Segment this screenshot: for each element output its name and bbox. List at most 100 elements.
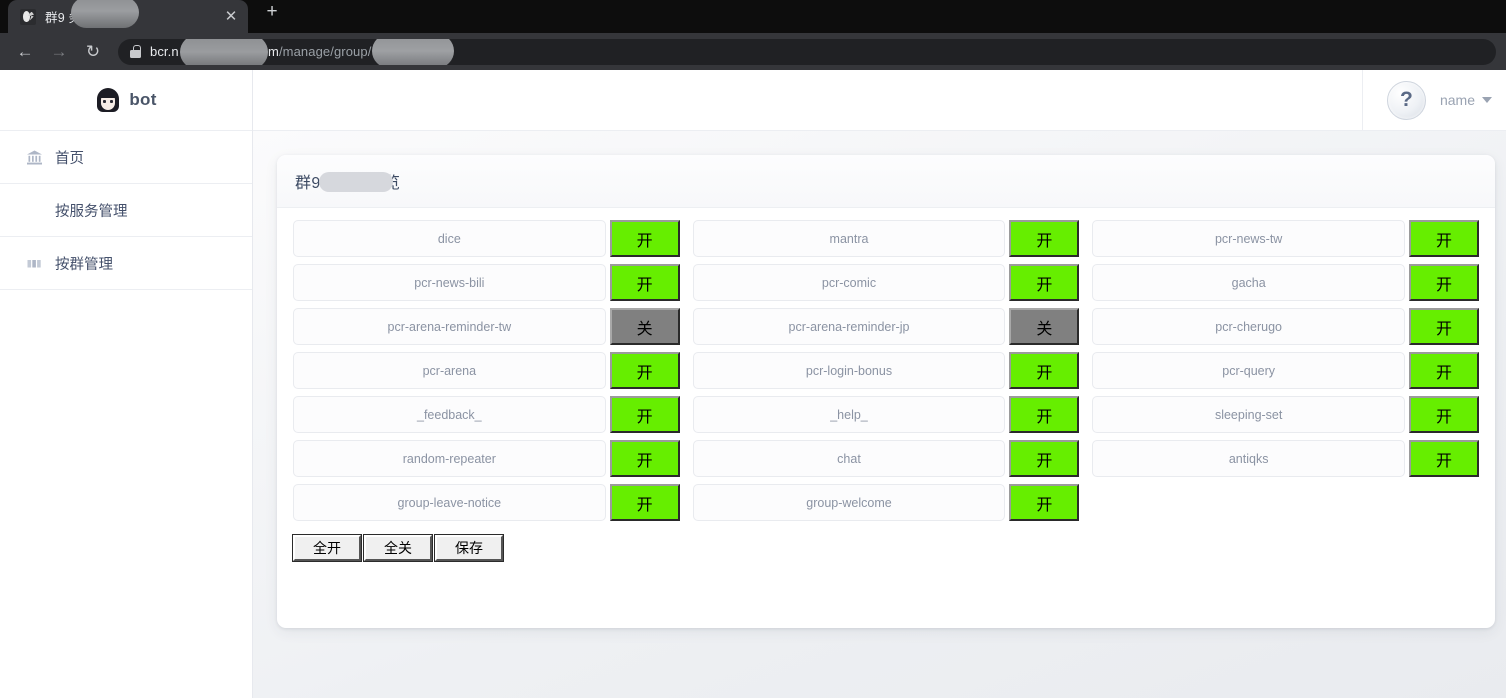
service-toggle-on[interactable]: 开 (1408, 440, 1479, 477)
service-row: random-repeater 开 (293, 440, 680, 477)
services-card: 群9 3服务一览 dice 开 mantra 开 pcr-news-tw 开 pcr-new… (277, 155, 1495, 628)
service-row: pcr-arena 开 (293, 352, 680, 389)
card-header: 群9 3服务一览 (277, 155, 1495, 208)
service-row: pcr-cherugo 开 (1092, 308, 1479, 345)
service-name: mantra (692, 220, 1006, 257)
service-row: chat 开 (692, 440, 1080, 477)
save-button[interactable]: 保存 (434, 534, 504, 562)
service-toggle-on[interactable]: 开 (1408, 220, 1479, 257)
close-icon[interactable]: ✕ (222, 8, 240, 26)
service-row: pcr-arena-reminder-tw 关 (293, 308, 680, 345)
service-name: pcr-arena (293, 352, 606, 389)
service-toggle-on[interactable]: 开 (609, 396, 680, 433)
browser-toolbar: ← → ↻ bcr.n om/manage/group/ (0, 33, 1506, 70)
page-title: 群9 3服务一览 (295, 175, 401, 192)
url-host-start: bcr.n (150, 44, 179, 59)
service-name: group-welcome (692, 484, 1006, 521)
service-row: pcr-news-bili 开 (293, 264, 680, 301)
service-toggle-on[interactable]: 开 (1408, 352, 1479, 389)
bot-avatar-icon (95, 87, 121, 113)
user-name: name (1439, 92, 1475, 108)
service-row: mantra 开 (692, 220, 1080, 257)
sidebar-brand[interactable]: bot (0, 70, 252, 131)
service-row: pcr-news-tw 开 (1092, 220, 1479, 257)
service-row: pcr-comic 开 (692, 264, 1080, 301)
user-menu[interactable]: ? name (1361, 69, 1506, 131)
service-name: _help_ (692, 396, 1006, 433)
sidebar-item-label: 首页 (55, 150, 84, 167)
service-row: dice 开 (293, 220, 680, 257)
service-toggle-on[interactable]: 开 (1408, 396, 1479, 433)
service-toggle-on[interactable]: 开 (1009, 440, 1080, 477)
services-grid: dice 开 mantra 开 pcr-news-tw 开 pcr-news-bili 开 pc… (277, 208, 1495, 521)
service-row: sleeping-set 开 (1092, 396, 1479, 433)
all-on-button[interactable]: 全开 (292, 534, 362, 562)
sidebar-item-by-group[interactable]: 按群管理 (0, 237, 252, 290)
address-bar-url: bcr.n om/manage/group/ (150, 44, 371, 59)
sidebar: bot 首页 按服务管理 按群管理 (0, 70, 253, 698)
service-toggle-off[interactable]: 关 (609, 308, 680, 345)
service-row: group-welcome 开 (692, 484, 1080, 521)
service-toggle-on[interactable]: 开 (1009, 264, 1080, 301)
forward-icon[interactable]: → (44, 37, 74, 67)
content-area: 群9 3服务一览 dice 开 mantra 开 pcr-news-tw 开 pcr-new… (253, 131, 1506, 698)
service-name: gacha (1092, 264, 1405, 301)
service-row: group-leave-notice 开 (293, 484, 680, 521)
service-name: pcr-cherugo (1092, 308, 1405, 345)
service-row: pcr-query 开 (1092, 352, 1479, 389)
service-name: pcr-login-bonus (692, 352, 1006, 389)
service-toggle-on[interactable]: 开 (609, 440, 680, 477)
service-name: sleeping-set (1092, 396, 1405, 433)
tab-strip: 群9 务一览 ✕ + (0, 0, 1506, 33)
browser-tab[interactable]: 群9 务一览 ✕ (8, 0, 248, 33)
service-name: pcr-arena-reminder-tw (293, 308, 606, 345)
service-row: _feedback_ 开 (293, 396, 680, 433)
service-name: pcr-comic (692, 264, 1006, 301)
browser-window: 群9 务一览 ✕ + ← → ↻ bcr.n om/manage/group/ (0, 0, 1506, 698)
service-toggle-on[interactable]: 开 (609, 484, 680, 521)
service-toggle-on[interactable]: 开 (1009, 220, 1080, 257)
service-toggle-on[interactable]: 开 (1408, 264, 1479, 301)
service-name: antiqks (1092, 440, 1405, 477)
service-toggle-on[interactable]: 开 (1009, 396, 1080, 433)
service-name: pcr-news-bili (293, 264, 606, 301)
service-row: pcr-login-bonus 开 (692, 352, 1080, 389)
service-row: pcr-arena-reminder-jp 关 (692, 308, 1080, 345)
back-icon[interactable]: ← (10, 37, 40, 67)
brand-name: bot (129, 90, 157, 109)
url-host-end: om (260, 44, 279, 59)
service-row: antiqks 开 (1092, 440, 1479, 477)
service-name: group-leave-notice (293, 484, 606, 521)
service-name: random-repeater (293, 440, 606, 477)
app-body: bot 首页 按服务管理 按群管理 ? name 群9 3服务一览 dice 开… (0, 69, 1506, 698)
service-toggle-on[interactable]: 开 (609, 264, 680, 301)
service-name: _feedback_ (293, 396, 606, 433)
circle-icon (26, 202, 43, 219)
tab-title: 群9 务一览 (45, 11, 107, 25)
sidebar-item-by-service[interactable]: 按服务管理 (0, 184, 252, 237)
service-toggle-on[interactable]: 开 (609, 220, 680, 257)
new-tab-button[interactable]: + (258, 2, 286, 30)
avatar: ? (1386, 80, 1426, 120)
service-name: pcr-arena-reminder-jp (692, 308, 1006, 345)
sidebar-item-label: 按服务管理 (55, 203, 128, 220)
service-toggle-on[interactable]: 开 (1009, 352, 1080, 389)
service-row: _help_ 开 (692, 396, 1080, 433)
reload-icon[interactable]: ↻ (78, 37, 108, 67)
url-redaction-blob-2 (372, 38, 454, 65)
all-off-button[interactable]: 全关 (363, 534, 433, 562)
url-path: /manage/group/ (278, 44, 372, 59)
service-name: pcr-query (1092, 352, 1405, 389)
service-toggle-on[interactable]: 开 (1408, 308, 1479, 345)
action-buttons: 全开 全关 保存 (277, 521, 1495, 562)
sidebar-item-home[interactable]: 首页 (0, 131, 252, 184)
service-name: dice (293, 220, 606, 257)
tab-favicon-icon (20, 8, 36, 25)
service-toggle-on[interactable]: 开 (609, 352, 680, 389)
service-name: chat (692, 440, 1006, 477)
service-toggle-off[interactable]: 关 (1009, 308, 1080, 345)
chevron-down-icon[interactable] (1482, 97, 1492, 103)
address-bar[interactable]: bcr.n om/manage/group/ (118, 38, 1496, 65)
service-toggle-on[interactable]: 开 (1009, 484, 1080, 521)
top-bar: ? name (253, 69, 1506, 131)
